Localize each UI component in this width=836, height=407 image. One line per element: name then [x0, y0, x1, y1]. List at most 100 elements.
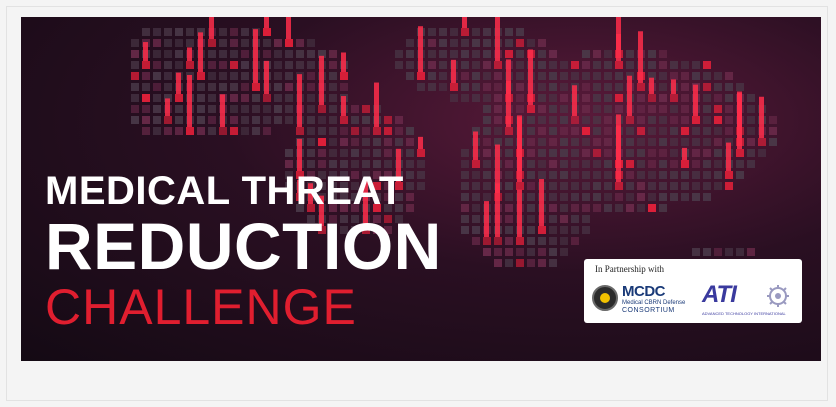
map-cell: [296, 127, 304, 135]
map-cell: [395, 116, 403, 124]
ati-name: ATI: [702, 281, 737, 308]
map-cell: [208, 105, 216, 113]
map-cell: [406, 149, 414, 157]
map-cell: [450, 83, 458, 91]
map-cell: [527, 171, 535, 179]
map-cell: [461, 39, 469, 47]
map-cell: [494, 116, 502, 124]
map-cell: [560, 149, 568, 157]
map-cell: [681, 72, 689, 80]
map-cell: [142, 105, 150, 113]
map-cell: [483, 61, 491, 69]
map-spike: [539, 179, 544, 226]
map-cell: [307, 83, 315, 91]
map-cell: [461, 61, 469, 69]
map-cell: [164, 39, 172, 47]
map-cell: [428, 61, 436, 69]
map-cell: [582, 61, 590, 69]
map-cell: [637, 116, 645, 124]
map-cell: [549, 259, 557, 267]
map-cell: [593, 171, 601, 179]
map-cell: [340, 138, 348, 146]
map-cell: [516, 61, 524, 69]
map-cell: [307, 39, 315, 47]
map-cell: [571, 116, 579, 124]
map-cell: [208, 50, 216, 58]
map-cell: [461, 193, 469, 201]
map-cell: [516, 28, 524, 36]
map-cell: [571, 171, 579, 179]
map-cell: [670, 171, 678, 179]
map-spike: [198, 32, 203, 72]
map-cell: [483, 182, 491, 190]
map-cell: [582, 116, 590, 124]
map-cell: [582, 72, 590, 80]
map-cell: [241, 105, 249, 113]
map-cell: [747, 160, 755, 168]
map-cell: [384, 127, 392, 135]
map-spike: [693, 84, 698, 116]
map-cell: [505, 138, 513, 146]
map-cell: [549, 83, 557, 91]
map-cell: [164, 127, 172, 135]
map-cell: [516, 50, 524, 58]
map-spike: [418, 26, 423, 72]
map-cell: [681, 61, 689, 69]
map-cell: [406, 61, 414, 69]
map-cell: [164, 83, 172, 91]
map-cell: [230, 39, 238, 47]
map-cell: [582, 105, 590, 113]
map-spike: [671, 79, 676, 94]
map-cell: [571, 215, 579, 223]
challenge-banner[interactable]: MEDICAL THREAT REDUCTION CHALLENGE In Pa…: [21, 17, 821, 361]
map-cell: [428, 83, 436, 91]
map-cell: [494, 72, 502, 80]
map-spike: [374, 82, 379, 127]
map-cell: [549, 204, 557, 212]
map-cell: [527, 215, 535, 223]
map-cell: [472, 28, 480, 36]
map-spike: [649, 77, 654, 94]
map-cell: [384, 116, 392, 124]
map-cell: [681, 182, 689, 190]
map-cell: [461, 171, 469, 179]
map-cell: [538, 94, 546, 102]
map-cell: [703, 72, 711, 80]
map-cell: [714, 138, 722, 146]
ati-gear-icon: [767, 285, 789, 307]
map-cell: [516, 39, 524, 47]
map-cell: [186, 28, 194, 36]
map-cell: [560, 182, 568, 190]
map-cell: [505, 237, 513, 245]
map-cell: [538, 50, 546, 58]
map-cell: [659, 105, 667, 113]
map-cell: [703, 94, 711, 102]
map-cell: [670, 94, 678, 102]
map-cell: [549, 226, 557, 234]
map-cell: [131, 94, 139, 102]
map-cell: [582, 94, 590, 102]
map-cell: [659, 83, 667, 91]
map-cell: [549, 138, 557, 146]
map-cell: [406, 127, 414, 135]
map-cell: [472, 50, 480, 58]
map-cell: [714, 105, 722, 113]
map-cell: [538, 61, 546, 69]
map-cell: [307, 105, 315, 113]
map-cell: [538, 116, 546, 124]
map-cell: [318, 138, 326, 146]
map-cell: [703, 193, 711, 201]
map-cell: [395, 50, 403, 58]
map-cell: [252, 83, 260, 91]
map-spike: [297, 138, 302, 171]
map-cell: [692, 193, 700, 201]
map-cell: [439, 50, 447, 58]
map-cell: [494, 61, 502, 69]
map-cell: [604, 127, 612, 135]
map-cell: [769, 116, 777, 124]
map-cell: [560, 138, 568, 146]
map-cell: [714, 127, 722, 135]
map-cell: [549, 171, 557, 179]
map-cell: [549, 105, 557, 113]
title-line-2: REDUCTION: [45, 209, 442, 283]
